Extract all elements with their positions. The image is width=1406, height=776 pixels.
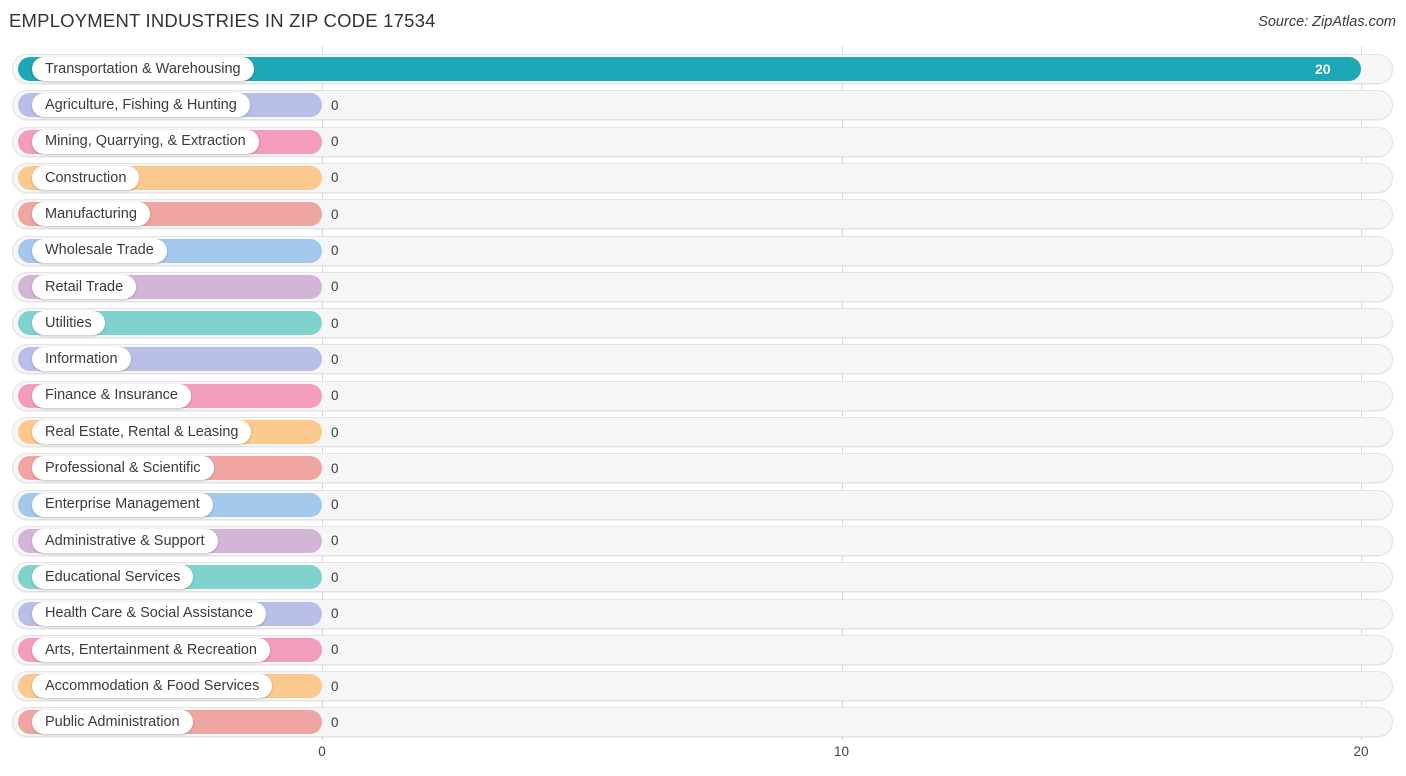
bar-label-capsule: Manufacturing — [32, 202, 150, 227]
bar-label: Transportation & Warehousing — [45, 60, 241, 77]
bar-label: Utilities — [45, 314, 92, 331]
bar-rows: Transportation & Warehousing 20 Agricultur… — [0, 46, 1406, 740]
bar-row[interactable]: Educational Services 0 — [0, 562, 1406, 593]
bar-value: 0 — [331, 206, 339, 222]
bar-label: Administrative & Support — [45, 532, 205, 549]
page-title: EMPLOYMENT INDUSTRIES IN ZIP CODE 17534 — [9, 10, 436, 31]
bar-label: Agriculture, Fishing & Hunting — [45, 97, 237, 114]
bar-value: 0 — [331, 243, 339, 258]
x-axis: 0 10 20 — [0, 740, 1406, 776]
bar-label: Enterprise Management — [45, 496, 200, 513]
bar-row[interactable]: Agriculture, Fishing & Hunting 0 — [0, 90, 1406, 121]
bar-label-capsule: Educational Services — [32, 565, 194, 590]
bar-label-capsule: Construction — [32, 165, 140, 190]
bar-label: Mining, Quarrying, & Extraction — [45, 133, 246, 150]
bar-row[interactable]: Utilities 0 — [0, 308, 1406, 339]
bar-label-capsule: Administrative & Support — [32, 528, 218, 553]
bar-label-capsule: Health Care & Social Assistance — [32, 601, 266, 626]
bar-label-capsule: Mining, Quarrying, & Extraction — [32, 129, 259, 154]
bar-label-capsule: Agriculture, Fishing & Hunting — [32, 93, 250, 118]
bar-row[interactable]: Mining, Quarrying, & Extraction 0 — [0, 126, 1406, 157]
bar-row[interactable]: Professional & Scientific 0 — [0, 453, 1406, 484]
bar-value: 0 — [331, 606, 339, 621]
plot-area: Transportation & Warehousing 20 Agricultur… — [0, 46, 1406, 740]
bar-label-capsule: Information — [32, 347, 131, 372]
bar-value: 0 — [331, 569, 339, 585]
bar-row[interactable]: Wholesale Trade 0 — [0, 235, 1406, 266]
bar-label-capsule: Utilities — [32, 311, 105, 336]
chart-page: EMPLOYMENT INDUSTRIES IN ZIP CODE 17534 … — [0, 0, 1406, 776]
bar-row[interactable]: Arts, Entertainment & Recreation 0 — [0, 634, 1406, 665]
bar-label-capsule: Accommodation & Food Services — [32, 674, 273, 699]
bar-value: 0 — [331, 424, 339, 440]
bar-value: 0 — [331, 279, 339, 295]
bar-value: 20 — [1315, 61, 1331, 77]
bar-row[interactable]: Health Care & Social Assistance 0 — [0, 598, 1406, 629]
bar-row[interactable]: Real Estate, Rental & Leasing 0 — [0, 417, 1406, 447]
source-attribution: Source: ZipAtlas.com — [1258, 14, 1396, 30]
bar-row[interactable]: Enterprise Management 0 — [0, 489, 1406, 520]
bar-label: Construction — [45, 169, 127, 186]
bar-value: 0 — [331, 642, 339, 658]
axis-tick-label: 20 — [1353, 744, 1369, 759]
bar-row[interactable]: Accommodation & Food Services 0 — [0, 671, 1406, 702]
bar-label-capsule: Finance & Insurance — [32, 383, 191, 408]
bar-value: 0 — [331, 460, 339, 476]
bar-label: Finance & Insurance — [45, 387, 178, 404]
bar-label-capsule: Enterprise Management — [32, 492, 213, 517]
bar-label: Public Administration — [45, 714, 180, 731]
bar-label-capsule: Retail Trade — [32, 274, 137, 299]
bar-row[interactable]: Finance & Insurance 0 — [0, 380, 1406, 411]
bar-value: 0 — [331, 315, 339, 331]
bar-value: 0 — [331, 388, 339, 404]
bar-label-capsule: Wholesale Trade — [32, 238, 167, 263]
bar-value: 0 — [331, 497, 339, 513]
bar-row[interactable]: Retail Trade 0 — [0, 271, 1406, 302]
bar-label-capsule: Transportation & Warehousing — [32, 57, 254, 81]
bar-label: Manufacturing — [45, 205, 137, 222]
bar-label: Arts, Entertainment & Recreation — [45, 641, 257, 658]
bar-value: 0 — [331, 134, 339, 150]
bar-label-capsule: Arts, Entertainment & Recreation — [32, 637, 270, 662]
bar-row[interactable]: Administrative & Support 0 — [0, 525, 1406, 556]
bar-value: 0 — [331, 351, 339, 367]
bar-label: Accommodation & Food Services — [45, 677, 260, 694]
bar-value: 0 — [331, 533, 339, 549]
bar-row[interactable]: Manufacturing 0 — [0, 199, 1406, 230]
axis-tick-label: 10 — [833, 744, 850, 759]
bar-label: Professional & Scientific — [45, 460, 201, 477]
bar-row[interactable]: Information 0 — [0, 344, 1406, 375]
bar-label: Real Estate, Rental & Leasing — [45, 423, 239, 440]
bar-label: Educational Services — [45, 568, 181, 585]
bar-label-capsule: Professional & Scientific — [32, 456, 214, 481]
bar-value: 0 — [331, 97, 339, 113]
bar-value: 0 — [331, 170, 339, 186]
bar-row[interactable]: Transportation & Warehousing 20 — [0, 54, 1406, 84]
bar-label-capsule: Real Estate, Rental & Leasing — [32, 420, 252, 444]
bar-value: 0 — [331, 714, 339, 730]
bar-value: 0 — [331, 678, 339, 694]
bar-label: Wholesale Trade — [45, 242, 154, 259]
bar-label: Retail Trade — [45, 278, 124, 295]
chart-header: EMPLOYMENT INDUSTRIES IN ZIP CODE 17534 … — [0, 0, 1406, 46]
bar-label: Information — [45, 351, 118, 368]
axis-tick-label: 0 — [318, 744, 326, 759]
bar-row[interactable]: Construction 0 — [0, 162, 1406, 193]
bar-label: Health Care & Social Assistance — [45, 605, 253, 622]
bar-label-capsule: Public Administration — [32, 710, 193, 735]
bar-row[interactable]: Public Administration 0 — [0, 707, 1406, 738]
